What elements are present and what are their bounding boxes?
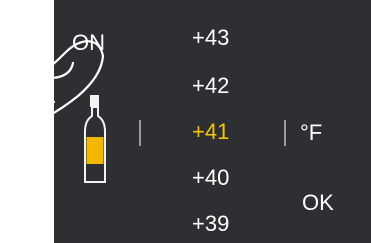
- wine-bottle-icon: [84, 95, 106, 183]
- icons-layer: [4, 40, 106, 183]
